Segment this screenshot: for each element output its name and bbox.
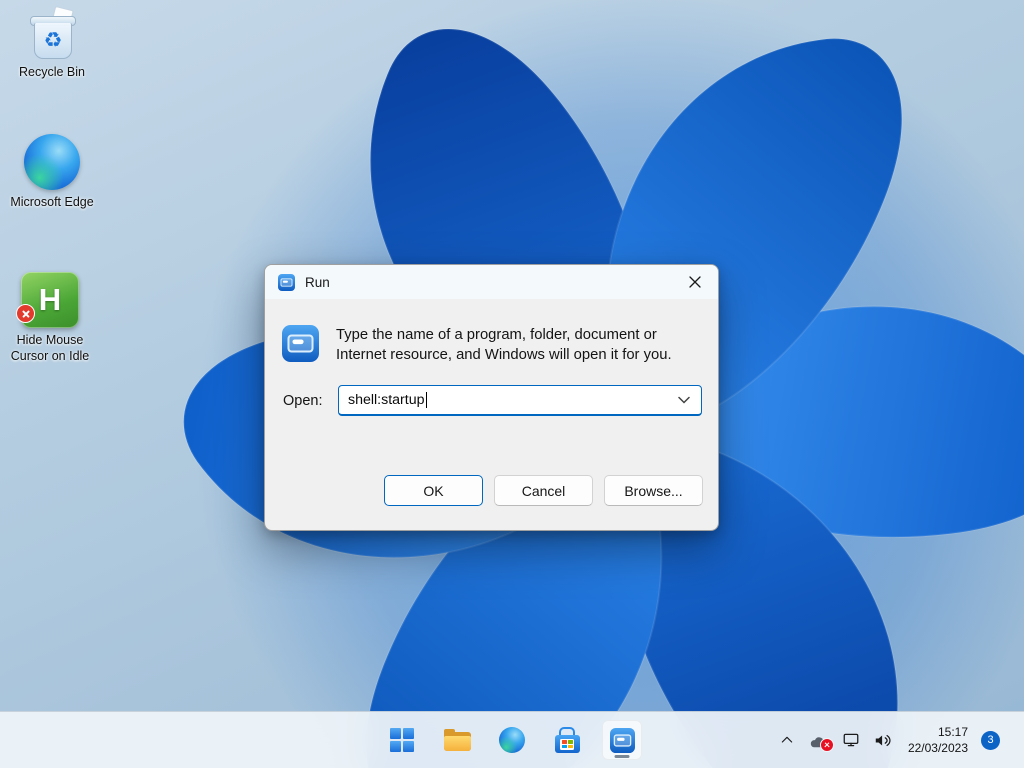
- open-combobox[interactable]: shell:startup: [338, 385, 702, 416]
- combo-dropdown-button[interactable]: [671, 386, 697, 414]
- taskbar-run-active[interactable]: [602, 720, 642, 760]
- onedrive-tray-button[interactable]: [805, 720, 833, 760]
- run-dialog: Run Type the name of a program, folder, …: [264, 264, 719, 531]
- microsoft-store-icon: [555, 727, 580, 753]
- tray-date: 22/03/2023: [908, 740, 968, 756]
- taskbar-center-group: [382, 720, 642, 760]
- close-button[interactable]: [672, 265, 718, 299]
- desktop-icon-label: Microsoft Edge: [10, 195, 93, 211]
- dialog-description: Type the name of a program, folder, docu…: [336, 325, 702, 365]
- edge-icon: [24, 134, 80, 190]
- dialog-body: Type the name of a program, folder, docu…: [265, 299, 718, 530]
- network-tray-button[interactable]: [837, 720, 865, 760]
- recycle-bin-icon: ♻: [27, 8, 77, 60]
- bin-body: ♻: [34, 23, 72, 59]
- ok-button[interactable]: OK: [384, 475, 483, 506]
- onedrive-error-badge: [820, 738, 834, 752]
- run-dialog-titlebar[interactable]: Run: [265, 265, 718, 299]
- recycle-symbol-icon: ♻: [44, 30, 63, 51]
- open-input-value: shell:startup: [348, 392, 425, 408]
- browse-button[interactable]: Browse...: [604, 475, 703, 506]
- error-badge-icon: [16, 304, 35, 323]
- notification-badge[interactable]: 3: [981, 731, 1000, 750]
- run-icon: [610, 728, 635, 753]
- desktop-icon-label: Recycle Bin: [19, 65, 85, 81]
- text-caret: [426, 392, 427, 408]
- volume-tray-button[interactable]: [869, 720, 897, 760]
- system-tray: 15:17 22/03/2023 3: [773, 712, 1000, 768]
- hide-mouse-letter: H: [39, 282, 61, 318]
- start-button[interactable]: [382, 720, 422, 760]
- network-icon: [842, 731, 860, 749]
- taskbar-edge[interactable]: [492, 720, 532, 760]
- tray-clock[interactable]: 15:17 22/03/2023: [901, 724, 975, 756]
- run-icon: [278, 274, 295, 291]
- tray-overflow-button[interactable]: [773, 720, 801, 760]
- taskbar-microsoft-store[interactable]: [547, 720, 587, 760]
- desktop-icon-label: Hide Mouse Cursor on Idle: [4, 333, 96, 364]
- open-label: Open:: [283, 393, 338, 409]
- edge-icon: [499, 727, 525, 753]
- taskbar-file-explorer[interactable]: [437, 720, 477, 760]
- run-dialog-icon: [282, 325, 319, 362]
- tray-time: 15:17: [908, 724, 968, 740]
- taskbar: 15:17 22/03/2023 3: [0, 711, 1024, 768]
- chevron-down-icon: [678, 396, 690, 404]
- chevron-up-icon: [779, 732, 795, 748]
- desktop-icon-recycle-bin[interactable]: ♻ Recycle Bin: [6, 8, 98, 81]
- close-icon: [689, 276, 701, 288]
- cancel-button[interactable]: Cancel: [494, 475, 593, 506]
- dialog-title: Run: [305, 275, 330, 290]
- desktop-icon-hide-mouse-cursor[interactable]: H Hide Mouse Cursor on Idle: [4, 272, 96, 364]
- file-explorer-icon: [444, 729, 471, 752]
- hide-mouse-icon: H: [21, 272, 79, 328]
- volume-icon: [873, 731, 892, 750]
- running-indicator: [615, 755, 630, 758]
- windows-logo-icon: [390, 728, 414, 752]
- desktop-icon-microsoft-edge[interactable]: Microsoft Edge: [6, 134, 98, 211]
